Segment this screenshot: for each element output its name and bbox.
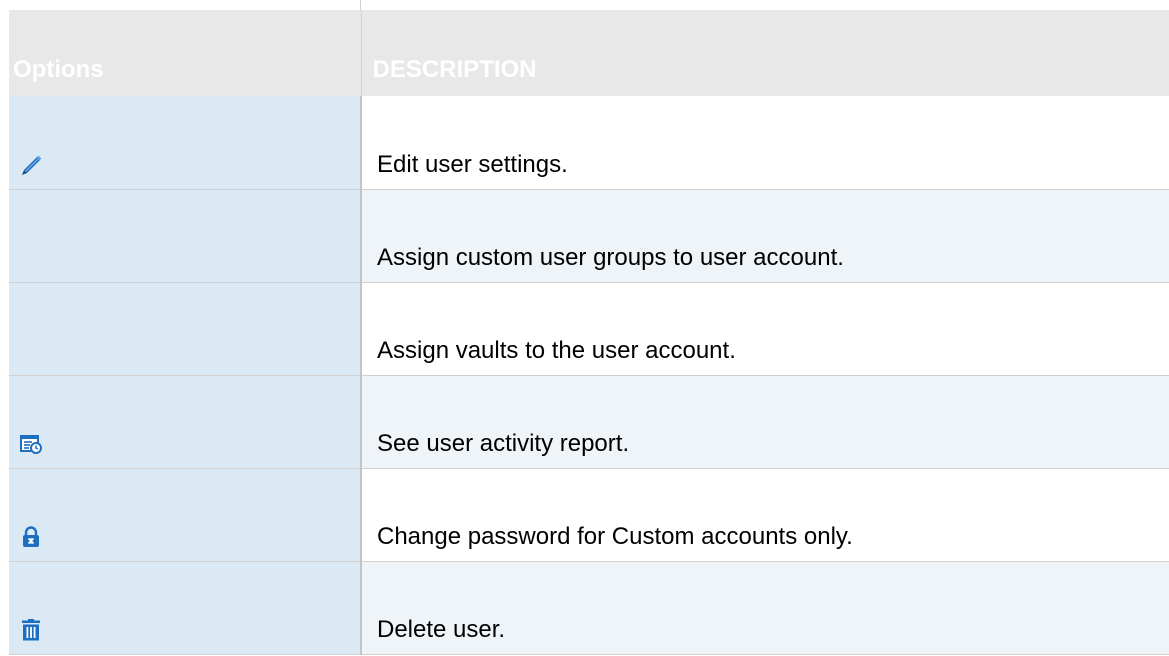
top-strip <box>0 0 1169 10</box>
table-row: Change password for Custom accounts only… <box>9 468 1169 562</box>
pencil-icon[interactable] <box>19 153 43 177</box>
column-divider-tick <box>360 0 361 10</box>
header-row: Options DESCRIPTION <box>9 10 1169 96</box>
options-cell <box>9 282 362 376</box>
trash-icon[interactable] <box>19 618 43 642</box>
options-column-header: Options <box>9 10 362 96</box>
options-cell <box>9 96 362 190</box>
options-table: Options DESCRIPTION Edit user settings. … <box>9 10 1169 655</box>
description-column-header: DESCRIPTION <box>361 10 1169 96</box>
description-cell: Assign custom user groups to user accoun… <box>361 189 1169 283</box>
page: Options DESCRIPTION Edit user settings. … <box>0 0 1169 656</box>
table-row: Delete user. <box>9 561 1169 655</box>
table-row: Edit user settings. <box>9 96 1169 190</box>
activity-report-icon[interactable] <box>19 432 43 456</box>
table-row: See user activity report. <box>9 375 1169 469</box>
options-cell <box>9 375 362 469</box>
description-cell: Edit user settings. <box>361 96 1169 190</box>
description-cell: Assign vaults to the user account. <box>361 282 1169 376</box>
description-cell: See user activity report. <box>361 375 1169 469</box>
options-cell <box>9 189 362 283</box>
description-cell: Delete user. <box>361 561 1169 655</box>
options-cell <box>9 468 362 562</box>
lock-icon[interactable] <box>19 525 43 549</box>
table-row: Assign custom user groups to user accoun… <box>9 189 1169 283</box>
options-cell <box>9 561 362 655</box>
description-cell: Change password for Custom accounts only… <box>361 468 1169 562</box>
table-row: Assign vaults to the user account. <box>9 282 1169 376</box>
